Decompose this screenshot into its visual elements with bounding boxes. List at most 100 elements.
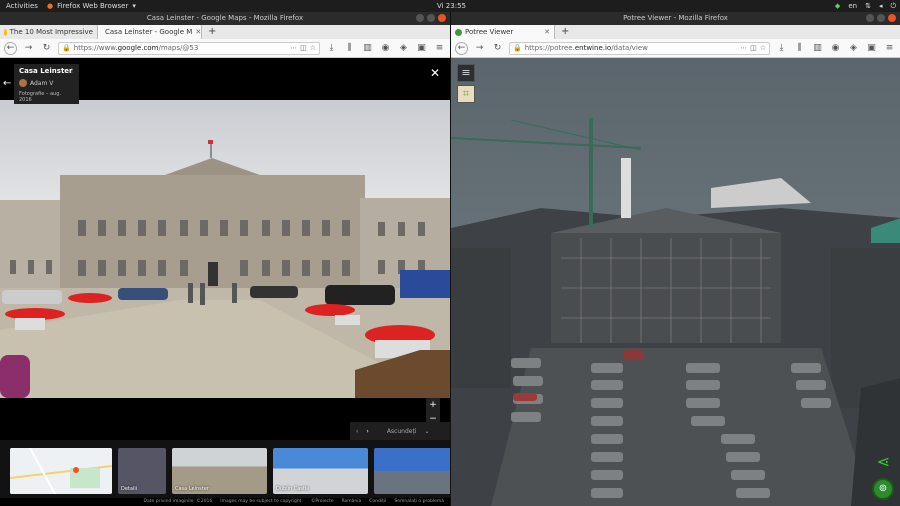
chevron-left-icon[interactable]: ‹ (356, 428, 358, 435)
more-options-icon[interactable]: ⋮ (69, 67, 75, 74)
nav-bar: ← → ↻ 🔒 https://www.google.com/maps/@53 ⋯ ◫… (0, 39, 450, 58)
menu-toggle-icon[interactable]: ≡ (457, 64, 475, 82)
system-top-bar: Activities ● Firefox Web Browser ▾ Vi 23:5… (0, 0, 900, 12)
window-titlebar[interactable]: Casa Leinster - Google Maps - Mozilla Fi… (0, 12, 450, 25)
new-tab-button[interactable]: + (555, 25, 575, 39)
account-icon[interactable]: ◉ (379, 42, 392, 55)
potree-logo-icon[interactable]: ⊚ (872, 478, 894, 500)
page-actions-icon[interactable]: ⋯ (290, 44, 297, 52)
close-tab-icon[interactable]: ✕ (544, 28, 550, 36)
app-menu[interactable]: ● Firefox Web Browser ▾ (47, 0, 136, 12)
chevron-down-icon[interactable]: ⌄ (424, 428, 429, 435)
reload-button[interactable]: ↻ (491, 42, 504, 55)
url-path: /data/view (611, 44, 648, 52)
page-actions-icon[interactable]: ⋯ (740, 44, 747, 52)
back-button[interactable]: ← (4, 41, 17, 55)
nav-bar: ← → ↻ 🔒 https://potree.entwine.io/data/vi… (451, 39, 900, 58)
maps-footer: Date privind imaginile: ©2016 Images may… (0, 498, 450, 506)
sidebar-icon[interactable]: ▥ (361, 42, 374, 55)
minimize-button[interactable] (866, 14, 874, 22)
close-tab-icon[interactable]: ✕ (195, 28, 201, 36)
window-title: Potree Viewer - Mozilla Firefox (623, 14, 728, 22)
forward-button[interactable]: → (473, 42, 486, 55)
close-window-button[interactable] (438, 14, 446, 22)
clock[interactable]: Vi 23:55 (437, 0, 466, 12)
tab-strip: Potree Viewer ✕ + (451, 25, 900, 39)
sidebar-icon[interactable]: ▥ (811, 42, 824, 55)
minimize-button[interactable] (416, 14, 424, 22)
shield-icon: ◆ (834, 2, 841, 10)
place-card[interactable]: Casa Leinster ⋮ Adam V Fotografie – aug.… (14, 64, 79, 104)
potree-favicon-icon (455, 28, 462, 36)
footer-item[interactable]: Semnalați o problemă (394, 498, 444, 506)
extension-icon[interactable]: ◈ (397, 42, 410, 55)
reload-button[interactable]: ↻ (40, 42, 53, 55)
place-title: Casa Leinster (19, 67, 73, 75)
language-indicator[interactable]: en (848, 0, 857, 12)
map-toggle-icon[interactable]: ⌗ (457, 85, 475, 103)
lock-icon: 🔒 (513, 44, 522, 52)
thumb-casa-leinster[interactable]: Casa Leinster (172, 448, 267, 494)
tab-label: The 10 Most Impressive (9, 28, 93, 36)
library-icon[interactable]: ⫼ (793, 42, 806, 55)
close-icon[interactable]: ✕ (430, 66, 440, 80)
activities-button[interactable]: Activities (6, 0, 38, 12)
close-window-button[interactable] (888, 14, 896, 22)
new-tab-button[interactable]: + (202, 25, 222, 39)
extension-icon[interactable]: ◈ (847, 42, 860, 55)
footer-item[interactable]: România (342, 498, 362, 506)
tab-google-maps[interactable]: Casa Leinster - Google M ✕ (98, 25, 202, 39)
minimap-thumb[interactable] (10, 448, 112, 494)
maximize-button[interactable] (427, 14, 435, 22)
share-icon[interactable]: ⋖ (877, 452, 890, 471)
thumb-label: Detalii (121, 486, 138, 492)
maximize-button[interactable] (877, 14, 885, 22)
tab-strip: The 10 Most Impressive Casa Leinster - G… (0, 25, 450, 39)
thumb-dublin-castle[interactable]: Dublin Castle (273, 448, 368, 494)
pocket-icon[interactable]: ◫ (300, 44, 307, 52)
url-bar[interactable]: 🔒 https://potree.entwine.io/data/view ⋯ ◫ ☆ (509, 41, 770, 55)
back-button[interactable]: ← (455, 41, 468, 55)
url-host: entwine.io (574, 44, 612, 52)
footer-item[interactable]: Condiții (369, 498, 386, 506)
url-path: /maps/@53 (158, 44, 199, 52)
window-title: Casa Leinster - Google Maps - Mozilla Fi… (146, 14, 304, 22)
hide-label[interactable]: Ascundeți (387, 428, 417, 435)
bookmark-star-icon[interactable]: ☆ (310, 44, 316, 52)
chevron-right-icon[interactable]: › (366, 428, 368, 435)
forward-button[interactable]: → (22, 42, 35, 55)
zoom-in-button[interactable]: + (426, 398, 440, 412)
left-firefox-window: Casa Leinster - Google Maps - Mozilla Fi… (0, 12, 450, 506)
library-icon[interactable]: ⫼ (343, 42, 356, 55)
downloads-icon[interactable]: ⤓ (775, 42, 788, 55)
tab-impressive[interactable]: The 10 Most Impressive (0, 25, 98, 39)
downloads-icon[interactable]: ⤓ (325, 42, 338, 55)
author-name[interactable]: Adam V (30, 80, 53, 87)
photo-date: Fotografie – aug. 2016 (19, 91, 61, 103)
tab-potree[interactable]: Potree Viewer ✕ (451, 25, 555, 39)
potree-toolbar: ≡ ⌗ (457, 64, 475, 103)
footer-item: Date privind imaginile: ©2016 (143, 499, 213, 504)
url-host: google.com (117, 44, 159, 52)
point-cloud-canvas[interactable] (451, 58, 900, 506)
volume-icon: ◂ (878, 2, 883, 10)
hamburger-menu-icon[interactable]: ≡ (433, 42, 446, 55)
hamburger-menu-icon[interactable]: ≡ (883, 42, 896, 55)
system-tray[interactable]: ◆ en ⇅ ◂ ⏻ (835, 0, 896, 12)
footer-item[interactable]: ©Proiecte (311, 498, 334, 506)
url-bar[interactable]: 🔒 https://www.google.com/maps/@53 ⋯ ◫ ☆ (58, 41, 320, 55)
window-titlebar[interactable]: Potree Viewer - Mozilla Firefox (451, 12, 900, 25)
thumb-photo[interactable] (374, 448, 450, 494)
extension-icon[interactable]: ▣ (865, 42, 878, 55)
potree-viewer[interactable]: ≡ ⌗ ⋖ ⊚ (451, 58, 900, 506)
pocket-icon[interactable]: ◫ (750, 44, 757, 52)
account-icon[interactable]: ◉ (829, 42, 842, 55)
extension-icon[interactable]: ▣ (415, 42, 428, 55)
bookmark-star-icon[interactable]: ☆ (760, 44, 766, 52)
back-arrow-icon[interactable]: ← (3, 78, 11, 89)
firefox-icon: ● (47, 2, 54, 10)
street-view-photo[interactable] (0, 100, 450, 398)
street-view[interactable]: Casa Leinster ⋮ Adam V Fotografie – aug.… (0, 58, 450, 506)
right-firefox-window: Potree Viewer - Mozilla Firefox Potree V… (450, 12, 900, 506)
thumb-details[interactable]: Detalii (118, 448, 166, 494)
